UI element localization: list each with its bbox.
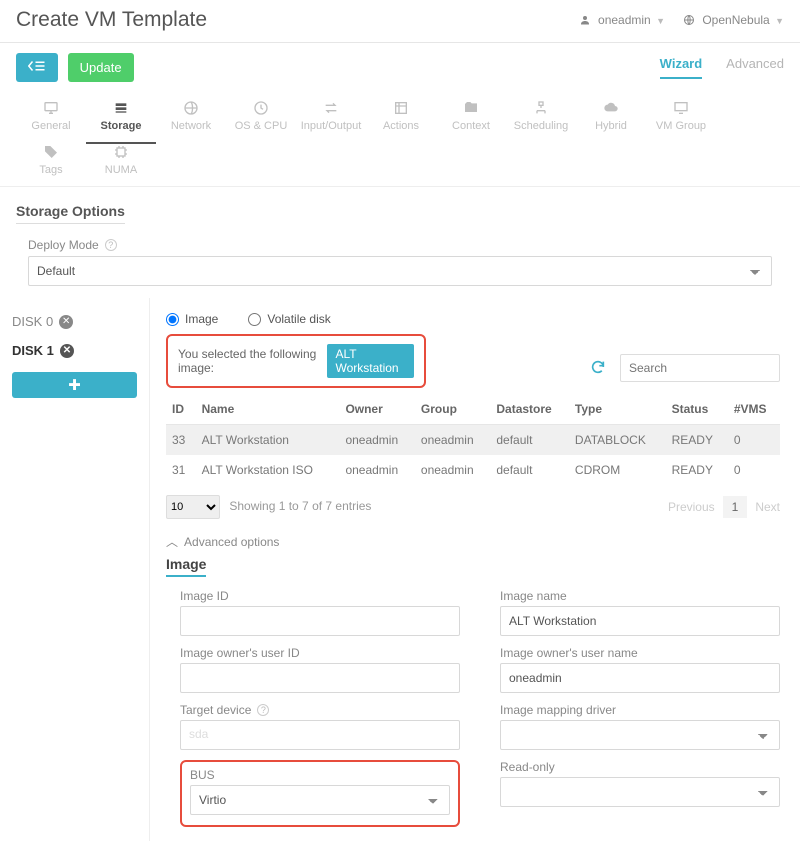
user-menu[interactable]: oneadmin ▼ xyxy=(579,13,665,27)
disk-type-volatile[interactable]: Volatile disk xyxy=(248,312,330,326)
tab-vmgroup[interactable]: VM Group xyxy=(646,100,716,144)
owner-name-input[interactable] xyxy=(500,663,780,693)
chevron-up-icon: ︿ xyxy=(166,533,178,550)
mapping-driver-select[interactable] xyxy=(500,720,780,750)
tab-hybrid[interactable]: Hybrid xyxy=(576,100,646,144)
tab-general[interactable]: General xyxy=(16,100,86,144)
table-row[interactable]: 33ALT Workstationoneadminoneadmindefault… xyxy=(166,425,780,456)
add-disk-button[interactable]: ✚ xyxy=(12,372,137,398)
user-name: oneadmin xyxy=(598,13,651,27)
globe-icon xyxy=(683,13,699,27)
zone-name: OpenNebula xyxy=(702,13,769,27)
plus-icon: ✚ xyxy=(68,377,81,394)
disk-item-0[interactable]: DISK 0 ✕ xyxy=(12,314,137,329)
readonly-select[interactable] xyxy=(500,777,780,807)
deploy-mode-label: Deploy Mode ? xyxy=(28,238,772,252)
target-device-label: Target device ? xyxy=(180,703,460,717)
pager-info: Showing 1 to 7 of 7 entries xyxy=(229,499,371,513)
chevron-down-icon: ▼ xyxy=(656,16,665,26)
table-row[interactable]: 31ALT Workstation ISOoneadminoneadmindef… xyxy=(166,455,780,485)
tab-os-cpu[interactable]: OS & CPU xyxy=(226,100,296,144)
tab-io[interactable]: Input/Output xyxy=(296,100,366,144)
deploy-mode-select[interactable]: Default xyxy=(28,256,772,286)
help-icon[interactable]: ? xyxy=(105,239,117,251)
target-device-input[interactable]: sda xyxy=(181,721,459,747)
image-name-label: Image name xyxy=(500,589,780,603)
bus-select[interactable]: Virtio xyxy=(190,785,450,815)
tab-network[interactable]: Network xyxy=(156,100,226,144)
readonly-label: Read-only xyxy=(500,760,780,774)
refresh-icon[interactable] xyxy=(590,359,606,378)
section-storage-options: Storage Options xyxy=(16,203,125,224)
remove-disk-icon[interactable]: ✕ xyxy=(59,315,73,329)
tab-storage[interactable]: Storage xyxy=(86,100,156,144)
pager-page[interactable]: 1 xyxy=(723,496,748,518)
image-name-input[interactable] xyxy=(500,606,780,636)
page-title: Create VM Template xyxy=(16,8,207,32)
tab-context[interactable]: Context xyxy=(436,100,506,144)
selected-image-badge: ALT Workstation xyxy=(327,344,414,378)
owner-name-label: Image owner's user name xyxy=(500,646,780,660)
user-icon xyxy=(579,13,595,27)
mapping-driver-label: Image mapping driver xyxy=(500,703,780,717)
remove-disk-icon[interactable]: ✕ xyxy=(60,344,74,358)
zone-menu[interactable]: OpenNebula ▼ xyxy=(683,13,784,27)
bus-label: BUS xyxy=(190,768,450,782)
view-tab-wizard[interactable]: Wizard xyxy=(660,56,703,79)
tab-scheduling[interactable]: Scheduling xyxy=(506,100,576,144)
tab-numa[interactable]: NUMA xyxy=(86,144,156,186)
pager-next[interactable]: Next xyxy=(755,500,780,514)
view-tab-advanced[interactable]: Advanced xyxy=(726,56,784,79)
page-size-select[interactable]: 10 xyxy=(166,495,220,519)
owner-id-input[interactable] xyxy=(180,663,460,693)
advanced-options-toggle[interactable]: ︿ Advanced options xyxy=(166,533,780,550)
tab-tags[interactable]: Tags xyxy=(16,144,86,186)
disk-item-1[interactable]: DISK 1 ✕ xyxy=(12,343,137,358)
disk-type-image[interactable]: Image xyxy=(166,312,218,326)
pager-prev[interactable]: Previous xyxy=(668,500,715,514)
tab-actions[interactable]: Actions xyxy=(366,100,436,144)
images-table: ID Name Owner Group Datastore Type Statu… xyxy=(166,394,780,485)
back-list-icon xyxy=(28,60,46,75)
owner-id-label: Image owner's user ID xyxy=(180,646,460,660)
image-id-input[interactable] xyxy=(180,606,460,636)
advanced-section-image: Image xyxy=(166,556,206,577)
image-id-label: Image ID xyxy=(180,589,460,603)
update-button[interactable]: Update xyxy=(68,53,134,82)
chevron-down-icon: ▼ xyxy=(775,16,784,26)
back-button[interactable] xyxy=(16,53,58,82)
help-icon[interactable]: ? xyxy=(257,704,269,716)
search-input[interactable] xyxy=(620,354,780,382)
